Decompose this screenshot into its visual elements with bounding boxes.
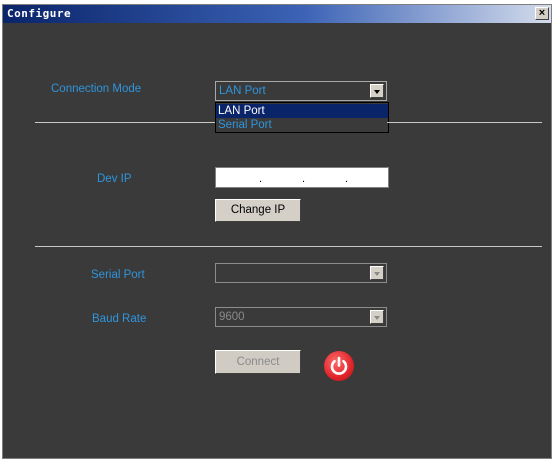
- close-icon: ×: [538, 7, 546, 19]
- divider: [35, 246, 542, 247]
- option-serial-port[interactable]: Serial Port: [216, 118, 388, 132]
- ip-separator: .: [259, 173, 263, 185]
- divider: [35, 122, 215, 123]
- serial-port-select[interactable]: [215, 263, 387, 283]
- ip-separator: .: [345, 173, 349, 185]
- dev-ip-input[interactable]: . . .: [215, 167, 389, 188]
- change-ip-button[interactable]: Change IP: [215, 199, 301, 222]
- baud-rate-select[interactable]: 9600: [215, 307, 387, 327]
- power-icon: [330, 356, 348, 375]
- baud-rate-label: Baud Rate: [92, 313, 147, 325]
- serial-port-label: Serial Port: [91, 269, 145, 281]
- connection-mode-select[interactable]: LAN Port: [215, 81, 387, 101]
- divider: [387, 122, 542, 123]
- configure-dialog: Configure × Connection Mode LAN Port LAN…: [2, 4, 552, 459]
- dev-ip-label: Dev IP: [97, 173, 132, 185]
- connect-button[interactable]: Connect: [215, 350, 301, 374]
- chevron-down-icon[interactable]: [370, 84, 384, 98]
- option-lan-port[interactable]: LAN Port: [216, 104, 388, 118]
- baud-rate-value: 9600: [219, 311, 245, 323]
- chevron-down-icon[interactable]: [370, 266, 384, 280]
- chevron-down-icon[interactable]: [370, 310, 384, 324]
- ip-separator: .: [302, 173, 306, 185]
- connection-mode-dropdown: LAN Port Serial Port: [215, 102, 389, 133]
- close-button[interactable]: ×: [535, 7, 549, 20]
- connection-mode-value: LAN Port: [219, 85, 266, 97]
- power-button[interactable]: [324, 351, 354, 381]
- connection-mode-label: Connection Mode: [51, 83, 142, 95]
- title-bar[interactable]: Configure ×: [3, 5, 551, 23]
- window-title: Configure: [7, 7, 72, 20]
